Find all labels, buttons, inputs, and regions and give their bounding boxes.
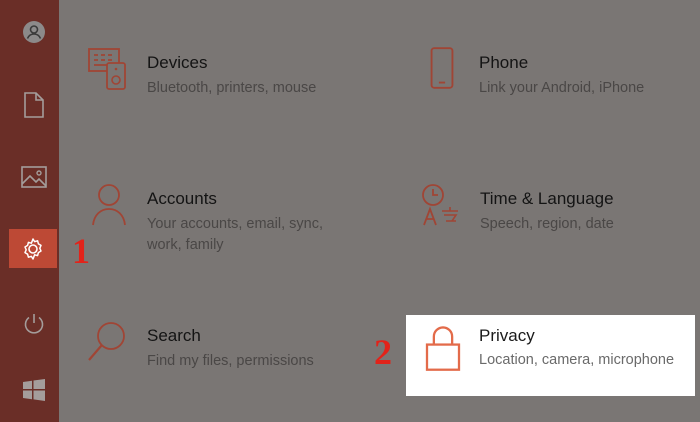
tile-description: Bluetooth, printers, mouse xyxy=(147,80,317,96)
pictures-button[interactable] xyxy=(9,157,58,197)
gear-icon xyxy=(24,237,42,260)
tile-devices[interactable]: Devices Bluetooth, printers, mouse xyxy=(85,45,365,115)
person-icon xyxy=(92,184,126,226)
tile-title: Phone xyxy=(479,53,529,72)
step-2-annotation: 2 xyxy=(374,332,392,372)
tile-title: Accounts xyxy=(147,189,217,208)
tile-privacy[interactable]: Privacy Location, camera, microphone xyxy=(406,315,695,396)
tile-accounts[interactable]: Accounts Your accounts, email, sync, wor… xyxy=(85,181,365,261)
tile-description: Find my files, permissions xyxy=(147,353,314,369)
search-icon xyxy=(88,322,125,361)
documents-button[interactable] xyxy=(9,85,58,125)
tile-time-language[interactable]: Time & Language Speech, region, date xyxy=(418,181,688,251)
start-button[interactable] xyxy=(9,370,58,410)
time-language-icon xyxy=(422,184,458,226)
document-icon xyxy=(23,92,44,118)
tile-title: Time & Language xyxy=(480,189,614,208)
tile-title: Devices xyxy=(147,53,208,72)
tile-description: Your accounts, email, sync, work, family xyxy=(147,214,323,256)
picture-icon xyxy=(20,166,47,188)
settings-button[interactable] xyxy=(9,229,57,268)
tile-description: Location, camera, microphone xyxy=(479,352,675,368)
account-button[interactable] xyxy=(9,12,58,52)
tile-description: Speech, region, date xyxy=(480,216,614,232)
step-1-annotation: 1 xyxy=(72,231,90,271)
devices-icon xyxy=(88,48,126,90)
tile-description: Link your Android, iPhone xyxy=(479,80,645,96)
lock-icon xyxy=(425,326,461,371)
tile-title: Privacy xyxy=(479,326,535,345)
windows-logo-icon xyxy=(22,379,45,401)
tile-search[interactable]: Search Find my files, permissions xyxy=(85,318,365,388)
person-icon xyxy=(22,21,45,43)
tile-title: Search xyxy=(147,326,201,345)
power-icon xyxy=(24,314,43,334)
description-line: Your accounts, email, sync, xyxy=(147,216,323,232)
power-button[interactable] xyxy=(9,304,58,344)
sidebar xyxy=(0,0,59,422)
tile-phone[interactable]: Phone Link your Android, iPhone xyxy=(418,45,688,115)
phone-icon xyxy=(430,47,454,89)
description-line: work, family xyxy=(147,237,224,253)
